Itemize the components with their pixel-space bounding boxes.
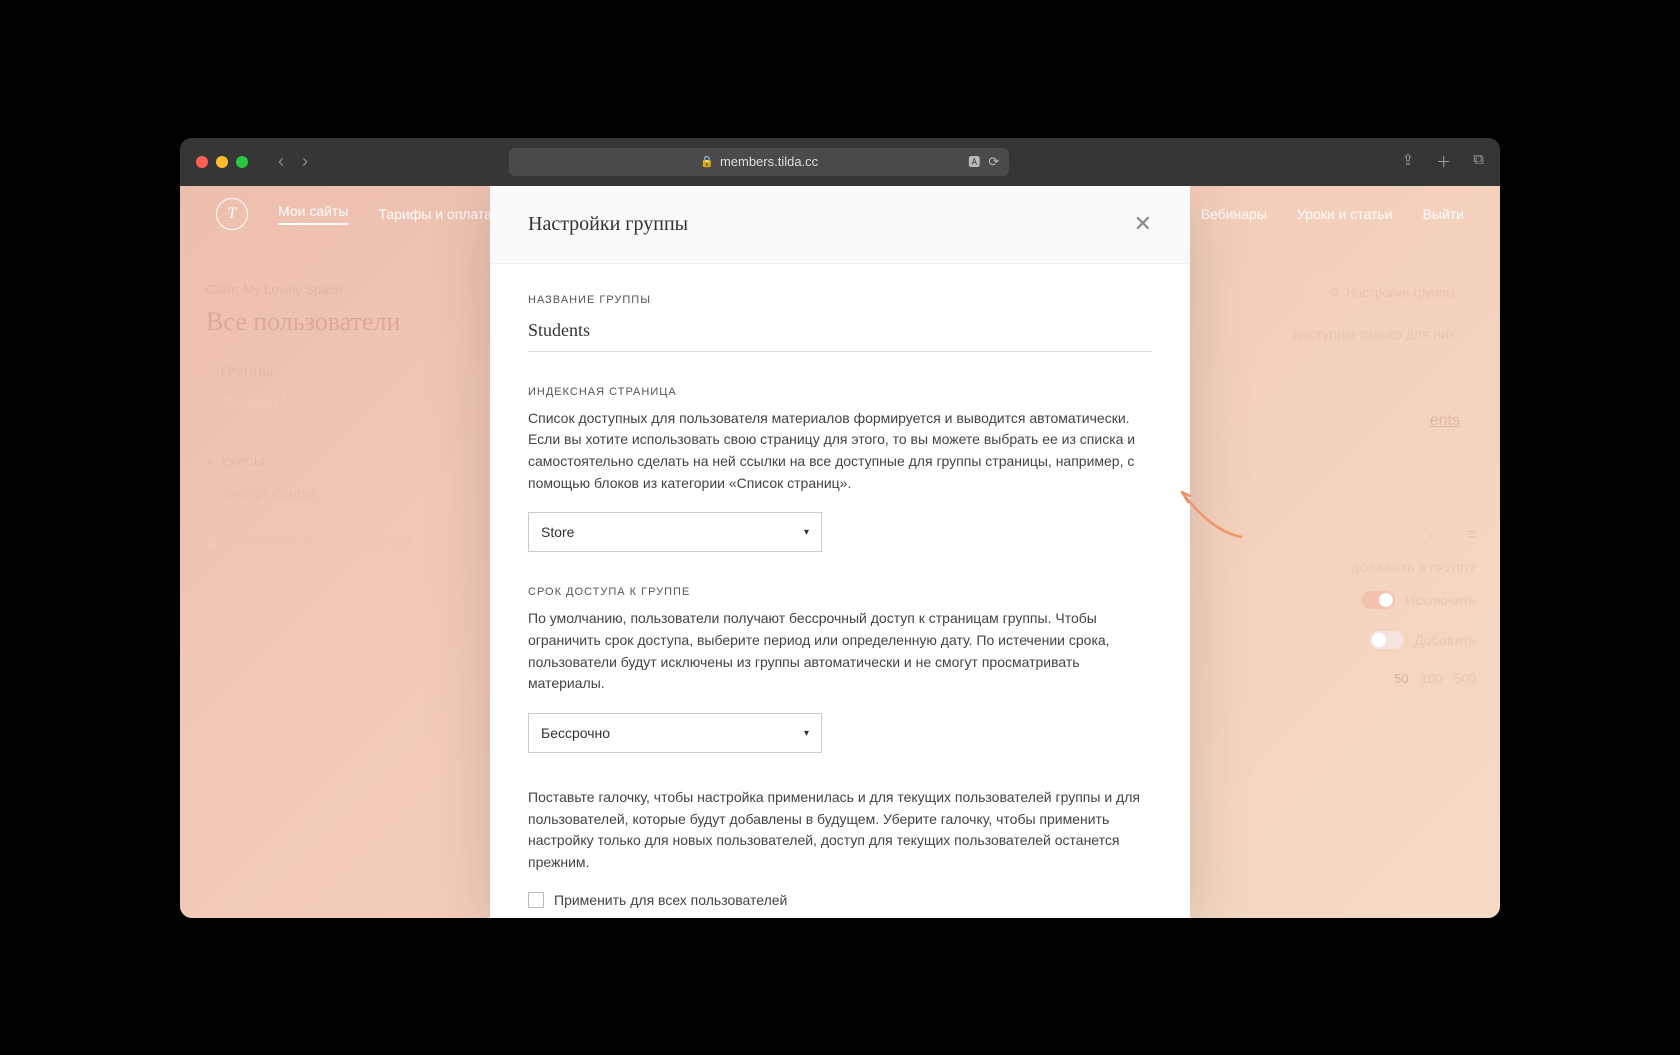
exclude-label: Исключить xyxy=(1405,592,1476,608)
pager-50[interactable]: 50 xyxy=(1394,671,1408,686)
access-period-label: СРОК ДОСТУПА К ГРУППЕ xyxy=(528,586,1152,598)
caret-down-icon: ▾ xyxy=(804,527,809,538)
index-page-desc: Список доступных для пользователя матери… xyxy=(528,408,1152,495)
pager: 50 100 500 xyxy=(1282,671,1482,686)
bg-link[interactable]: ents xyxy=(1430,412,1460,430)
index-page-label: ИНДЕКСНАЯ СТРАНИЦА xyxy=(528,386,1152,398)
url-bar[interactable]: 🔒 members.tilda.cc 🅰 ⟳ xyxy=(509,148,1009,176)
forward-button[interactable]: › xyxy=(302,151,308,172)
modal-body: НАЗВАНИЕ ГРУППЫ ИНДЕКСНАЯ СТРАНИЦА Списо… xyxy=(490,264,1190,918)
tabs-icon[interactable]: ⧉ xyxy=(1473,151,1484,172)
toggle-add-row: Добавить xyxy=(1282,631,1482,649)
caret-down-icon: ▾ xyxy=(804,728,809,739)
sidebar-cabinet-settings[interactable]: ⚙ Настройки личного кабинета xyxy=(206,531,430,553)
chevron-down-icon: ⌄ xyxy=(206,366,215,377)
nav-pricing[interactable]: Тарифы и оплата xyxy=(378,206,492,222)
access-period-desc: По умолчанию, пользователи получают бесс… xyxy=(528,608,1152,695)
toggle-exclude-row: Исключить xyxy=(1282,591,1482,609)
reload-group: 🅰 ⟳ xyxy=(968,153,999,170)
add-to-group-label: ДОБАВИТЬ В ГРУППУ xyxy=(1282,563,1482,575)
access-select-wrap: Бессрочно ▾ xyxy=(528,713,822,753)
sidebar-groups-head[interactable]: ⌄ ГРУППЫ xyxy=(206,365,430,379)
index-page-select[interactable]: Store ▾ xyxy=(528,512,822,552)
group-settings-modal: Настройки группы ✕ НАЗВАНИЕ ГРУППЫ ИНДЕК… xyxy=(490,186,1190,918)
viewport: T Мои сайты Тарифы и оплата Профиль Приг… xyxy=(180,186,1500,918)
modal-header: Настройки группы ✕ xyxy=(490,186,1190,264)
back-button[interactable]: ‹ xyxy=(278,151,284,172)
modal-title: Настройки группы xyxy=(528,213,688,236)
browser-window: ‹ › 🔒 members.tilda.cc 🅰 ⟳ ⇪ ＋ ⧉ T Мои с… xyxy=(180,138,1500,918)
access-period-value: Бессрочно xyxy=(541,725,610,741)
sidebar-courses-head[interactable]: ⌄ КУРСЫ xyxy=(206,455,430,469)
search-icon[interactable]: ⌕ xyxy=(1429,526,1437,543)
gear-icon: ⚙ xyxy=(206,533,219,553)
site-label: Сайт: My Lovely Space xyxy=(206,282,430,297)
close-icon[interactable]: ✕ xyxy=(1134,211,1152,237)
sidebar: Сайт: My Lovely Space Все пользователи6 … xyxy=(200,282,430,553)
reload-icon[interactable]: ⟳ xyxy=(988,154,999,170)
sidebar-item-students[interactable]: Students6 xyxy=(206,389,430,417)
pager-100[interactable]: 100 xyxy=(1421,671,1443,686)
nav-lessons[interactable]: Уроки и статьи xyxy=(1297,206,1393,222)
titlebar-right: ⇪ ＋ ⧉ xyxy=(1402,151,1484,172)
nav-logout[interactable]: Выйти xyxy=(1423,206,1464,222)
browser-titlebar: ‹ › 🔒 members.tilda.cc 🅰 ⟳ ⇪ ＋ ⧉ xyxy=(180,138,1500,186)
close-window-button[interactable] xyxy=(196,156,208,168)
share-icon[interactable]: ⇪ xyxy=(1402,151,1415,172)
new-tab-icon[interactable]: ＋ xyxy=(1436,151,1451,172)
actions-column: ⌕ ≡ ДОБАВИТЬ В ГРУППУ Исключить Добавить… xyxy=(1282,526,1482,686)
group-settings-button[interactable]: ⚙ Настройки группы xyxy=(1309,276,1474,310)
nav-my-sites[interactable]: Мои сайты xyxy=(278,203,348,225)
index-page-value: Store xyxy=(541,524,574,540)
group-name-label: НАЗВАНИЕ ГРУППЫ xyxy=(528,294,1152,306)
gear-icon: ⚙ xyxy=(1328,285,1340,301)
maximize-window-button[interactable] xyxy=(236,156,248,168)
chevron-down-icon: ⌄ xyxy=(206,456,215,467)
add-label: Добавить xyxy=(1414,632,1476,648)
nav-arrows: ‹ › xyxy=(278,151,308,172)
translate-icon[interactable]: 🅰 xyxy=(968,153,980,170)
nav-webinars[interactable]: Вебинары xyxy=(1201,206,1267,222)
checkbox-desc: Поставьте галочку, чтобы настройка приме… xyxy=(528,787,1152,874)
exclude-toggle[interactable] xyxy=(1361,591,1395,609)
access-period-select[interactable]: Бессрочно ▾ xyxy=(528,713,822,753)
page-title: Все пользователи6 xyxy=(206,307,430,337)
window-controls xyxy=(196,156,248,168)
group-name-input[interactable] xyxy=(528,316,1152,352)
apply-all-label: Применить для всех пользователей xyxy=(554,892,787,908)
minimize-window-button[interactable] xyxy=(216,156,228,168)
lock-icon: 🔒 xyxy=(700,155,714,168)
add-toggle[interactable] xyxy=(1370,631,1404,649)
filter-icon[interactable]: ≡ xyxy=(1467,526,1476,543)
logo-icon[interactable]: T xyxy=(216,198,248,230)
apply-all-checkbox[interactable] xyxy=(528,892,544,908)
pager-500[interactable]: 500 xyxy=(1454,671,1476,686)
url-host: members.tilda.cc xyxy=(720,154,818,169)
index-page-select-wrap: Store ▾ xyxy=(528,512,822,552)
apply-all-checkbox-row[interactable]: Применить для всех пользователей xyxy=(528,892,1152,908)
sidebar-item-course[interactable]: Design Course xyxy=(206,479,430,507)
